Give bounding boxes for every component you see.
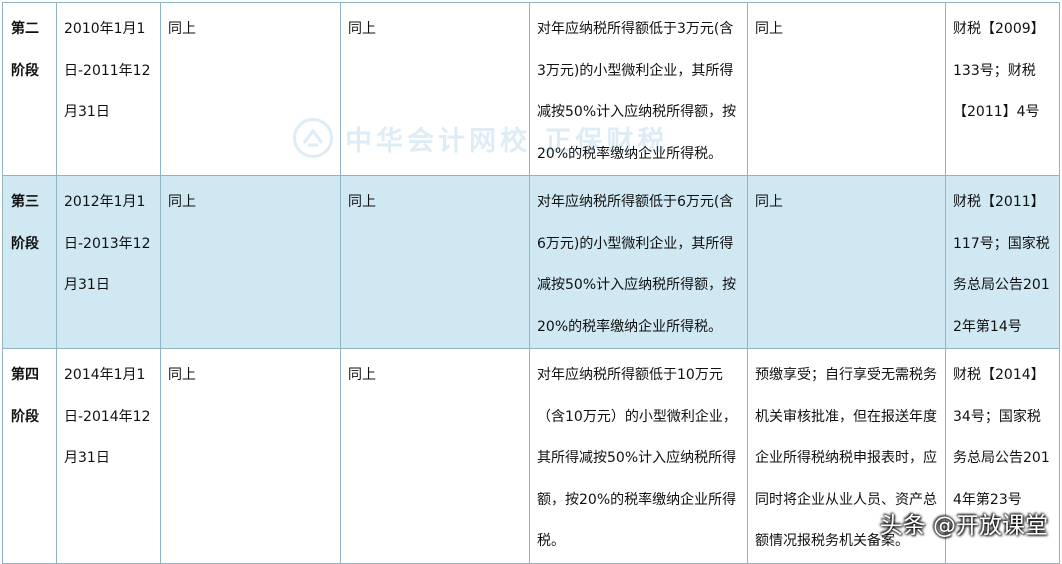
stage-cell: 第三阶段: [2, 175, 57, 349]
document-cell: 财税【2009】133号；财税【2011】4号: [945, 2, 1060, 176]
period-cell: 2014年1月1日-2014年12月31日: [56, 348, 161, 564]
cell: 同上: [160, 175, 341, 349]
policy-table: 第二阶段 2010年1月1日-2011年12月31日 同上 同上 对年应纳税所得…: [2, 2, 1060, 564]
document-cell: 财税【2014】34号；国家税务总局公告2014年第23号: [945, 348, 1060, 564]
procedure-cell: 预缴享受；自行享受无需税务机关审核批准，但在报送年度企业所得税纳税申报表时，应同…: [747, 348, 946, 564]
cell: 同上: [340, 2, 530, 176]
period-cell: 2012年1月1日-2013年12月31日: [56, 175, 161, 349]
cell: 同上: [340, 348, 530, 564]
procedure-cell: 同上: [747, 175, 946, 349]
cell: 同上: [160, 348, 341, 564]
cell: 同上: [160, 2, 341, 176]
policy-cell: 对年应纳税所得额低于6万元(含6万元)的小型微利企业，其所得减按50%计入应纳税…: [529, 175, 748, 349]
policy-cell: 对年应纳税所得额低于3万元(含3万元)的小型微利企业，其所得减按50%计入应纳税…: [529, 2, 748, 176]
period-cell: 2010年1月1日-2011年12月31日: [56, 2, 161, 176]
stage-cell: 第二阶段: [2, 2, 57, 176]
document-cell: 财税【2011】117号；国家税务总局公告2012年第14号: [945, 175, 1060, 349]
policy-cell: 对年应纳税所得额低于10万元（含10万元）的小型微利企业，其所得减按50%计入应…: [529, 348, 748, 564]
table-row: 第二阶段 2010年1月1日-2011年12月31日 同上 同上 对年应纳税所得…: [2, 2, 1060, 176]
stage-cell: 第四阶段: [2, 348, 57, 564]
table-row: 第三阶段 2012年1月1日-2013年12月31日 同上 同上 对年应纳税所得…: [2, 175, 1060, 349]
table-row: 第四阶段 2014年1月1日-2014年12月31日 同上 同上 对年应纳税所得…: [2, 348, 1060, 564]
cell: 同上: [340, 175, 530, 349]
procedure-cell: 同上: [747, 2, 946, 176]
